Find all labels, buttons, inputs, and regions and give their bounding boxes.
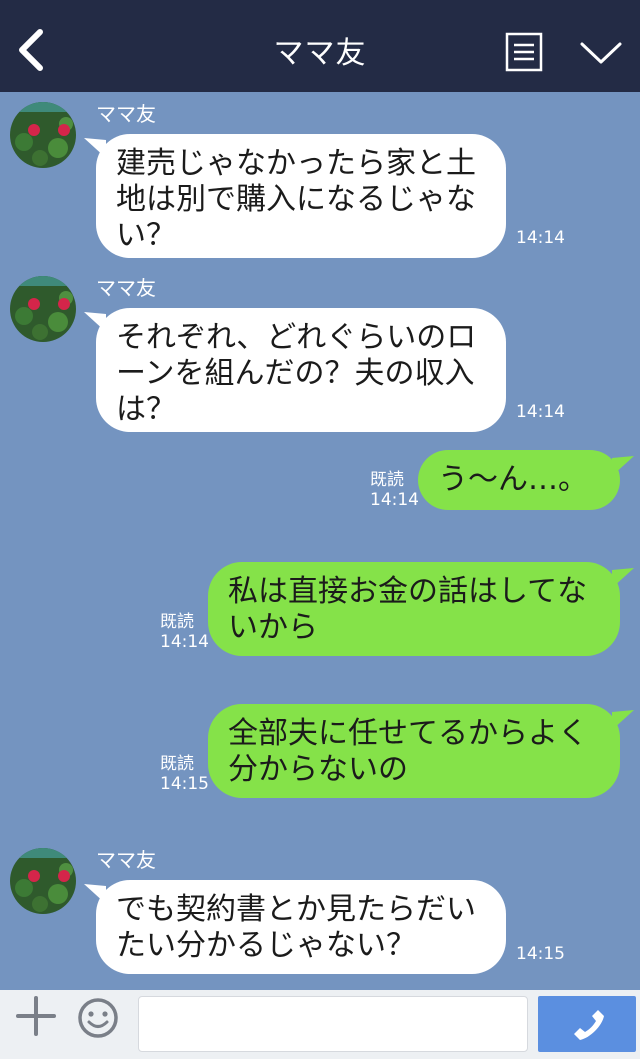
read-label: 既読: [160, 754, 194, 774]
avatar[interactable]: [10, 848, 76, 914]
message-input[interactable]: [138, 996, 528, 1052]
message-time: 14:15: [160, 774, 209, 794]
message-time: 14:14: [516, 228, 565, 248]
read-receipt: 既読 14:14: [160, 612, 209, 652]
message-time: 14:14: [516, 402, 565, 422]
read-label: 既読: [160, 612, 194, 632]
chevron-down-icon[interactable]: [578, 38, 624, 68]
bubble-tail: [612, 710, 634, 730]
sender-name: ママ友: [96, 276, 156, 300]
read-label: 既読: [370, 470, 404, 490]
menu-icon[interactable]: [505, 32, 543, 72]
bubble-tail: [612, 456, 634, 476]
read-receipt: 既読 14:14: [370, 470, 419, 510]
message-bubble[interactable]: 私は直接お金の話はしてないから: [208, 562, 620, 656]
message-bubble[interactable]: う〜ん…。: [418, 450, 620, 510]
message-time: 14:15: [516, 944, 565, 964]
back-arrow-icon[interactable]: [12, 24, 52, 72]
phone-icon: [574, 1010, 604, 1040]
avatar[interactable]: [10, 276, 76, 342]
chat-title: ママ友: [273, 36, 367, 71]
input-bar: [0, 990, 640, 1059]
message-bubble[interactable]: 建売じゃなかったら家と土地は別で購入になるじゃない？: [96, 134, 506, 258]
message-bubble[interactable]: でも契約書とか見たらだいたい分かるじゃない？: [96, 880, 506, 974]
message-time: 14:14: [370, 490, 419, 510]
chat-header: ママ友: [0, 0, 640, 92]
plus-icon[interactable]: [14, 994, 58, 1038]
bubble-tail: [612, 568, 634, 588]
call-button[interactable]: [538, 996, 636, 1052]
message-list[interactable]: ママ友 建売じゃなかったら家と土地は別で購入になるじゃない？ 14:14 ママ友…: [0, 92, 640, 990]
message-time: 14:14: [160, 632, 209, 652]
message-bubble[interactable]: 全部夫に任せてるからよく分からないの: [208, 704, 620, 798]
message-bubble[interactable]: それぞれ、どれぐらいのローンを組んだの？夫の収入は？: [96, 308, 506, 432]
sender-name: ママ友: [96, 848, 156, 872]
avatar[interactable]: [10, 102, 76, 168]
emoji-icon[interactable]: [74, 990, 122, 1038]
sender-name: ママ友: [96, 102, 156, 126]
read-receipt: 既読 14:15: [160, 754, 209, 794]
